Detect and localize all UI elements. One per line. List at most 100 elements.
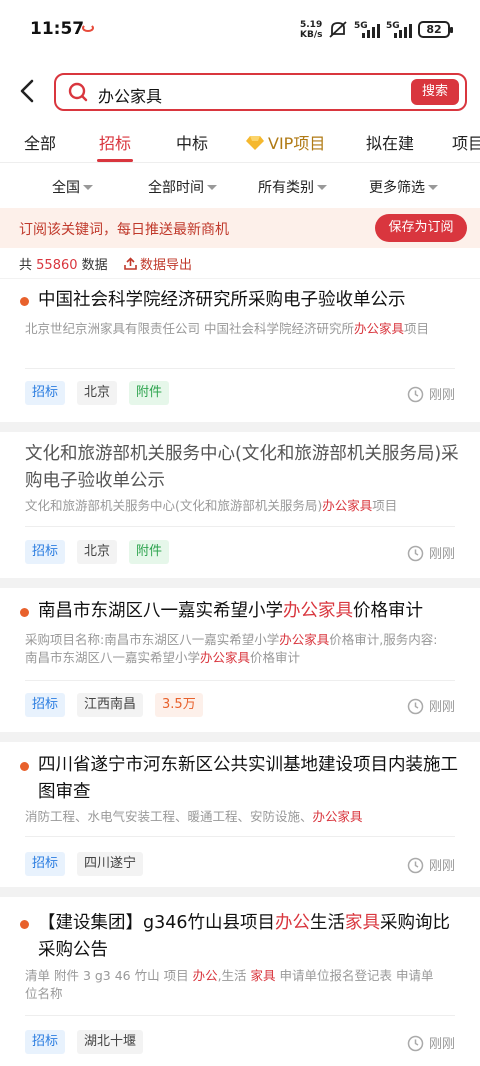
result-card[interactable]: 文化和旅游部机关服务中心(文化和旅游部机关服务局)采购电子验收单公示 文化和旅游… (0, 432, 480, 578)
tag-row: 招标 江西南昌 3.5万 (25, 693, 203, 717)
publish-time-label: 刚刚 (428, 1037, 455, 1052)
publish-time: 刚刚 (407, 696, 455, 715)
vip-diamond-icon (246, 136, 264, 150)
clock-icon (407, 857, 424, 874)
desc-highlight: 办公家具 (279, 632, 330, 647)
filter-more[interactable]: 更多筛选 (369, 177, 438, 197)
desc-text: 采购项目名称:南昌市东湖区八一嘉实希望小学 (25, 632, 280, 647)
tab-winning[interactable]: 中标 (176, 130, 208, 154)
category-tabs: 全部 招标 中标 VIP项目 拟在建 项目 (0, 120, 480, 162)
search-header: 办公家具 搜索 (0, 62, 480, 120)
network-speed: 5.19 KB/s (300, 20, 322, 40)
publish-time-label: 刚刚 (428, 388, 455, 403)
desc-highlight: 办公家具 (312, 809, 363, 824)
subscribe-text: 订阅该关键词，每日推送最新商机 (19, 222, 229, 238)
clock-icon (407, 386, 424, 403)
result-summary: 共 55860 数据 数据导出 (0, 248, 480, 278)
clock-icon (407, 1035, 424, 1052)
title-text: 南昌市东湖区八一嘉实希望小学 (38, 601, 283, 621)
result-card[interactable]: 【建设集团】g346竹山县项目办公生活家具采购询比采购公告 清单 附件 3 g3… (0, 897, 480, 1066)
search-input[interactable]: 办公家具 (98, 83, 162, 107)
tab-vip-label: VIP项目 (268, 134, 326, 153)
tab-tender[interactable]: 招标 (97, 130, 134, 162)
title-text: 生活 (310, 913, 346, 933)
battery-icon: 82 (418, 21, 453, 38)
export-data-button[interactable]: 数据导出 (124, 254, 192, 273)
chevron-down-icon (83, 185, 93, 190)
title-highlight: 办公家具 (283, 601, 353, 621)
filter-time[interactable]: 全部时间 (148, 177, 217, 197)
tab-planned[interactable]: 拟在建 (366, 130, 414, 154)
result-title[interactable]: 文化和旅游部机关服务中心(文化和旅游部机关服务局)采购电子验收单公示 (25, 441, 460, 495)
desc-highlight: 办公 (192, 968, 218, 983)
tag-row: 招标 北京 附件 (25, 381, 170, 405)
result-card[interactable]: 南昌市东湖区八一嘉实希望小学办公家具价格审计 采购项目名称:南昌市东湖区八一嘉实… (0, 588, 480, 732)
result-count: 共 55860 数据 (19, 254, 108, 273)
search-icon (68, 82, 88, 102)
title-text: 价格审计 (353, 601, 423, 621)
publish-time: 刚刚 (407, 543, 455, 562)
tag-row: 招标 北京 附件 (25, 540, 170, 564)
clock-icon (407, 698, 424, 715)
tab-vip[interactable]: VIP项目 (246, 130, 325, 154)
filter-time-label: 全部时间 (148, 180, 204, 196)
filter-bar: 全国 全部时间 所有类别 更多筛选 (0, 162, 480, 208)
attachment-tag: 附件 (129, 381, 170, 405)
filter-region[interactable]: 全国 (52, 177, 93, 197)
desc-text: 清单 附件 3 g3 46 竹山 项目 (25, 968, 193, 983)
publish-time-label: 刚刚 (428, 859, 455, 874)
type-tag: 招标 (25, 852, 66, 876)
divider (25, 680, 455, 681)
unread-dot-icon (20, 762, 29, 771)
desc-text: 文化和旅游部机关服务中心(文化和旅游部机关服务局) (25, 498, 323, 513)
desc-text: 北京世纪京洲家具有限责任公司 中国社会科学院经济研究所 (25, 321, 354, 336)
region-tag: 江西南昌 (77, 693, 144, 717)
tab-tender-label: 招标 (99, 134, 132, 153)
title-highlight: 办公 (275, 913, 311, 933)
network-speed-unit: KB/s (300, 30, 323, 40)
result-desc: 北京世纪京洲家具有限责任公司 中国社会科学院经济研究所办公家具项目 (25, 320, 444, 338)
export-label: 数据导出 (140, 258, 193, 273)
result-title[interactable]: 【建设集团】g346竹山县项目办公生活家具采购询比采购公告 (38, 910, 460, 964)
result-title[interactable]: 南昌市东湖区八一嘉实希望小学办公家具价格审计 (38, 598, 460, 625)
result-title[interactable]: 中国社会科学院经济研究所采购电子验收单公示 (38, 287, 460, 314)
tab-project[interactable]: 项目 (452, 130, 480, 154)
type-tag: 招标 (25, 540, 66, 564)
result-title[interactable]: 四川省遂宁市河东新区公共实训基地建设项目内装施工图审查 (38, 752, 460, 806)
mute-icon (329, 21, 347, 38)
tab-all[interactable]: 全部 (24, 130, 56, 154)
divider (25, 836, 455, 837)
status-time: 11:57 (30, 19, 85, 39)
result-desc: 文化和旅游部机关服务中心(文化和旅游部机关服务局)办公家具项目 (25, 497, 444, 515)
title-highlight: 家具 (345, 913, 381, 933)
region-tag: 四川遂宁 (77, 852, 144, 876)
chevron-down-icon (428, 185, 438, 190)
subscribe-banner: 订阅该关键词，每日推送最新商机 保存为订阅 (0, 208, 480, 248)
unread-dot-icon (20, 297, 29, 306)
network-speed-value: 5.19 (300, 20, 323, 30)
type-tag: 招标 (25, 693, 66, 717)
publish-time: 刚刚 (407, 1033, 455, 1052)
result-card[interactable]: 中国社会科学院经济研究所采购电子验收单公示 北京世纪京洲家具有限责任公司 中国社… (0, 279, 480, 422)
save-subscription-button[interactable]: 保存为订阅 (375, 214, 467, 242)
count-prefix: 共 (19, 258, 33, 273)
search-box[interactable]: 办公家具 搜索 (54, 73, 467, 111)
desc-text: 价格审计 (250, 650, 301, 665)
chevron-down-icon (317, 185, 327, 190)
divider (25, 1015, 455, 1016)
publish-time-label: 刚刚 (428, 547, 455, 562)
search-button[interactable]: 搜索 (411, 79, 459, 105)
result-card[interactable]: 四川省遂宁市河东新区公共实训基地建设项目内装施工图审查 消防工程、水电气安装工程… (0, 742, 480, 887)
filter-category[interactable]: 所有类别 (258, 177, 327, 197)
desc-text: 消防工程、水电气安装工程、暖通工程、安防设施、 (25, 809, 313, 824)
publish-time: 刚刚 (407, 384, 455, 403)
desc-text: ,生活 (217, 968, 251, 983)
result-desc: 采购项目名称:南昌市东湖区八一嘉实希望小学办公家具价格审计,服务内容:南昌市东湖… (25, 631, 444, 667)
back-arrow-icon[interactable] (14, 76, 42, 106)
divider (25, 526, 455, 527)
budget-tag: 3.5万 (155, 693, 203, 717)
divider (25, 368, 455, 369)
result-desc: 消防工程、水电气安装工程、暖通工程、安防设施、办公家具 (25, 808, 444, 826)
desc-highlight: 办公家具 (353, 321, 404, 336)
region-tag: 北京 (77, 540, 118, 564)
